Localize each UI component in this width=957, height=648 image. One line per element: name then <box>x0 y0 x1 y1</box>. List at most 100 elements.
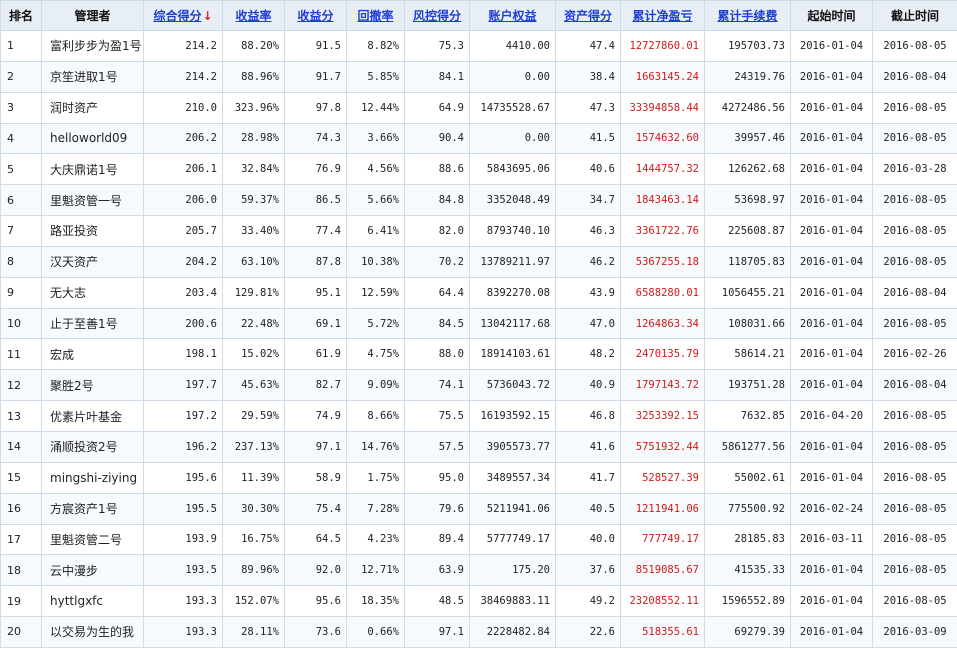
cell-cum-pnl: 23208552.11 <box>621 586 705 617</box>
cell-cum-pnl: 1663145.24 <box>621 61 705 92</box>
cell-end-date: 2016-08-05 <box>873 246 957 277</box>
cell-overall-score: 195.6 <box>144 462 223 493</box>
cell-return-rate: 129.81% <box>223 277 285 308</box>
cell-manager: hyttlgxfc <box>42 586 144 617</box>
cell-equity: 38469883.11 <box>470 586 556 617</box>
cell-start-date: 2016-01-04 <box>791 92 873 123</box>
cell-risk-score: 95.0 <box>405 462 470 493</box>
cell-return-rate: 89.96% <box>223 555 285 586</box>
cell-rank: 7 <box>1 216 42 247</box>
cell-manager: 宏成 <box>42 339 144 370</box>
sort-asset-score[interactable]: 资产得分 <box>556 1 621 31</box>
cell-asset-score: 48.2 <box>556 339 621 370</box>
sort-cum-fee[interactable]: 累计手续费 <box>705 1 791 31</box>
cell-cum-pnl: 5751932.44 <box>621 431 705 462</box>
cell-rank: 1 <box>1 31 42 62</box>
cell-cum-pnl: 5367255.18 <box>621 246 705 277</box>
cell-rank: 3 <box>1 92 42 123</box>
cell-return-score: 87.8 <box>285 246 347 277</box>
cell-risk-score: 88.6 <box>405 154 470 185</box>
cell-cum-fee: 24319.76 <box>705 61 791 92</box>
cell-return-rate: 88.96% <box>223 61 285 92</box>
cell-cum-fee: 28185.83 <box>705 524 791 555</box>
cell-overall-score: 193.5 <box>144 555 223 586</box>
cell-return-score: 74.3 <box>285 123 347 154</box>
cell-cum-pnl: 518355.61 <box>621 617 705 648</box>
cell-start-date: 2016-01-04 <box>791 31 873 62</box>
cell-rank: 18 <box>1 555 42 586</box>
cell-drawdown: 3.66% <box>347 123 405 154</box>
table-row: 10止于至善1号200.622.48%69.15.72%84.513042117… <box>1 308 957 339</box>
table-row: 9无大志203.4129.81%95.112.59%64.48392270.08… <box>1 277 957 308</box>
cell-overall-score: 193.3 <box>144 617 223 648</box>
cell-asset-score: 46.8 <box>556 401 621 432</box>
cell-return-score: 74.9 <box>285 401 347 432</box>
cell-return-rate: 88.20% <box>223 31 285 62</box>
cell-asset-score: 46.2 <box>556 246 621 277</box>
cell-equity: 3352048.49 <box>470 185 556 216</box>
cell-overall-score: 196.2 <box>144 431 223 462</box>
cell-rank: 10 <box>1 308 42 339</box>
cell-rank: 4 <box>1 123 42 154</box>
cell-start-date: 2016-01-04 <box>791 123 873 154</box>
cell-equity: 4410.00 <box>470 31 556 62</box>
cell-rank: 8 <box>1 246 42 277</box>
table-row: 8汉天资产204.263.10%87.810.38%70.213789211.9… <box>1 246 957 277</box>
sort-return-score[interactable]: 收益分 <box>285 1 347 31</box>
cell-rank: 11 <box>1 339 42 370</box>
table-row: 2京笙进取1号214.288.96%91.75.85%84.10.0038.41… <box>1 61 957 92</box>
cell-cum-fee: 1596552.89 <box>705 586 791 617</box>
sort-risk-score[interactable]: 风控得分 <box>405 1 470 31</box>
cell-rank: 15 <box>1 462 42 493</box>
cell-start-date: 2016-01-04 <box>791 308 873 339</box>
cell-equity: 8392270.08 <box>470 277 556 308</box>
cell-cum-fee: 225608.87 <box>705 216 791 247</box>
cell-cum-fee: 1056455.21 <box>705 277 791 308</box>
cell-asset-score: 47.0 <box>556 308 621 339</box>
cell-overall-score: 206.0 <box>144 185 223 216</box>
table-row: 12聚胜2号197.745.63%82.79.09%74.15736043.72… <box>1 370 957 401</box>
cell-drawdown: 6.41% <box>347 216 405 247</box>
sort-equity[interactable]: 账户权益 <box>470 1 556 31</box>
cell-return-score: 82.7 <box>285 370 347 401</box>
sort-cum-pnl[interactable]: 累计净盈亏 <box>621 1 705 31</box>
cell-risk-score: 84.8 <box>405 185 470 216</box>
cell-manager: 里魁资管一号 <box>42 185 144 216</box>
cell-drawdown: 5.85% <box>347 61 405 92</box>
table-row: 18云中漫步193.589.96%92.012.71%63.9175.2037.… <box>1 555 957 586</box>
cell-end-date: 2016-08-05 <box>873 92 957 123</box>
cell-asset-score: 38.4 <box>556 61 621 92</box>
cell-cum-fee: 118705.83 <box>705 246 791 277</box>
cell-end-date: 2016-08-05 <box>873 493 957 524</box>
cell-manager: mingshi-ziying <box>42 462 144 493</box>
cell-return-rate: 28.98% <box>223 123 285 154</box>
cell-manager: 涌顺投资2号 <box>42 431 144 462</box>
sort-drawdown[interactable]: 回撤率 <box>347 1 405 31</box>
cell-risk-score: 79.6 <box>405 493 470 524</box>
cell-drawdown: 5.72% <box>347 308 405 339</box>
cell-cum-pnl: 1211941.06 <box>621 493 705 524</box>
cell-risk-score: 75.3 <box>405 31 470 62</box>
sort-return-rate[interactable]: 收益率 <box>223 1 285 31</box>
cell-cum-pnl: 1574632.60 <box>621 123 705 154</box>
cell-rank: 6 <box>1 185 42 216</box>
cell-manager: 汉天资产 <box>42 246 144 277</box>
table-row: 16方宸资产1号195.530.30%75.47.28%79.65211941.… <box>1 493 957 524</box>
cell-rank: 13 <box>1 401 42 432</box>
cell-risk-score: 88.0 <box>405 339 470 370</box>
cell-drawdown: 12.44% <box>347 92 405 123</box>
table-row: 6里魁资管一号206.059.37%86.55.66%84.83352048.4… <box>1 185 957 216</box>
cell-return-rate: 63.10% <box>223 246 285 277</box>
cell-cum-pnl: 1264863.34 <box>621 308 705 339</box>
cell-drawdown: 10.38% <box>347 246 405 277</box>
cell-return-score: 75.4 <box>285 493 347 524</box>
cell-rank: 9 <box>1 277 42 308</box>
cell-cum-pnl: 1797143.72 <box>621 370 705 401</box>
cell-manager: 里魁资管二号 <box>42 524 144 555</box>
cell-risk-score: 82.0 <box>405 216 470 247</box>
cell-start-date: 2016-01-04 <box>791 617 873 648</box>
cell-drawdown: 12.71% <box>347 555 405 586</box>
cell-end-date: 2016-02-26 <box>873 339 957 370</box>
cell-return-rate: 152.07% <box>223 586 285 617</box>
sort-overall-score[interactable]: 综合得分↓ <box>144 1 223 31</box>
